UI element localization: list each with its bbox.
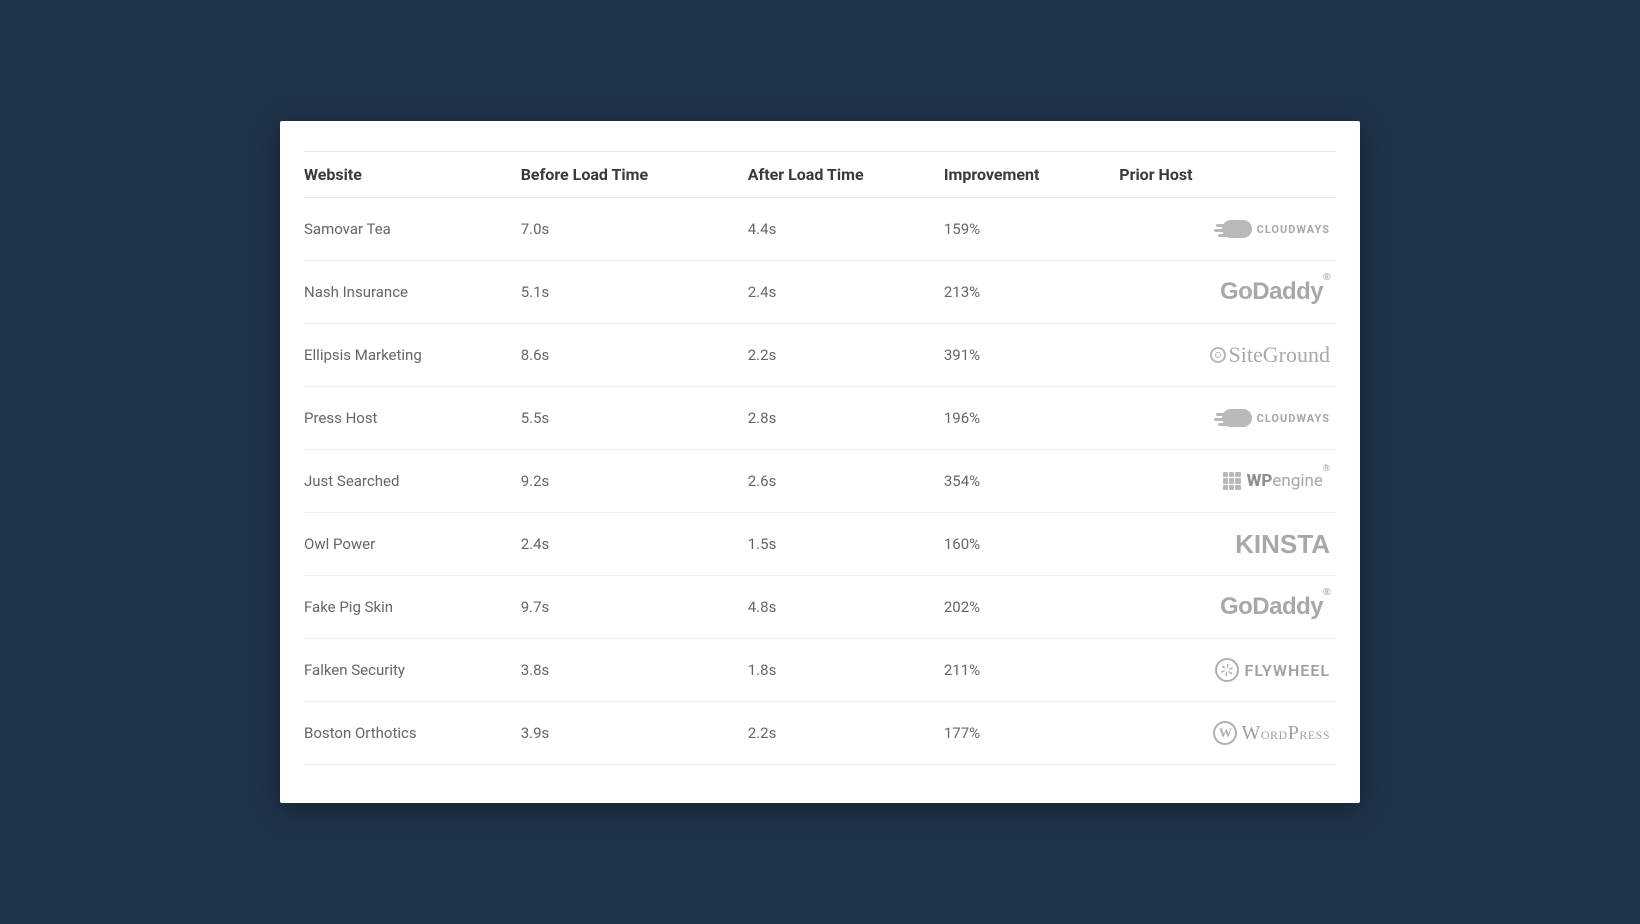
th-website: Website — [304, 152, 521, 198]
cell-improvement: 160% — [944, 513, 1119, 576]
cell-prior-host: WPengine® — [1119, 450, 1336, 513]
table-body: Samovar Tea7.0s4.4s159% CLOUDWAYS Nash Ins… — [304, 198, 1336, 765]
table-row: Samovar Tea7.0s4.4s159% CLOUDWAYS — [304, 198, 1336, 261]
table-row: Fake Pig Skin9.7s4.8s202% GoDaddy® — [304, 576, 1336, 639]
cell-after: 4.8s — [748, 576, 944, 639]
cell-improvement: 196% — [944, 387, 1119, 450]
cell-before: 5.5s — [521, 387, 748, 450]
cell-after: 2.4s — [748, 261, 944, 324]
cell-website: Fake Pig Skin — [304, 576, 521, 639]
cell-before: 9.2s — [521, 450, 748, 513]
cell-website: Falken Security — [304, 639, 521, 702]
wpengine-logo-icon: WPengine® — [1223, 471, 1330, 491]
cell-before: 3.9s — [521, 702, 748, 765]
cell-before: 5.1s — [521, 261, 748, 324]
cell-after: 2.2s — [748, 702, 944, 765]
cell-website: Ellipsis Marketing — [304, 324, 521, 387]
cell-prior-host: WWordPress — [1119, 702, 1336, 765]
cell-website: Just Searched — [304, 450, 521, 513]
table-row: Falken Security3.8s1.8s211% FLYWHEEL — [304, 639, 1336, 702]
kinsta-logo-icon: KINSTA — [1235, 529, 1330, 560]
cell-prior-host: CLOUDWAYS — [1119, 198, 1336, 261]
cell-prior-host: GoDaddy® — [1119, 261, 1336, 324]
cell-prior-host: CLOUDWAYS — [1119, 387, 1336, 450]
cell-before: 9.7s — [521, 576, 748, 639]
cell-after: 2.2s — [748, 324, 944, 387]
cell-after: 2.6s — [748, 450, 944, 513]
cell-after: 4.4s — [748, 198, 944, 261]
cell-before: 7.0s — [521, 198, 748, 261]
cell-website: Boston Orthotics — [304, 702, 521, 765]
cell-website: Nash Insurance — [304, 261, 521, 324]
flywheel-logo-icon: FLYWHEEL — [1215, 658, 1330, 682]
cell-improvement: 177% — [944, 702, 1119, 765]
cell-prior-host: SiteGround — [1119, 324, 1336, 387]
cloudways-logo-icon: CLOUDWAYS — [1222, 220, 1330, 238]
cell-after: 1.5s — [748, 513, 944, 576]
cell-improvement: 211% — [944, 639, 1119, 702]
th-improvement: Improvement — [944, 152, 1119, 198]
cell-improvement: 391% — [944, 324, 1119, 387]
cloudways-logo-icon: CLOUDWAYS — [1222, 409, 1330, 427]
cell-improvement: 159% — [944, 198, 1119, 261]
comparison-card: Website Before Load Time After Load Time… — [280, 121, 1360, 803]
table-row: Boston Orthotics3.9s2.2s177% WWordPress — [304, 702, 1336, 765]
cell-website: Press Host — [304, 387, 521, 450]
table-header-row: Website Before Load Time After Load Time… — [304, 152, 1336, 198]
th-prior-host: Prior Host — [1119, 152, 1336, 198]
comparison-table: Website Before Load Time After Load Time… — [304, 151, 1336, 765]
cell-improvement: 354% — [944, 450, 1119, 513]
cell-before: 2.4s — [521, 513, 748, 576]
table-row: Ellipsis Marketing8.6s2.2s391% SiteGround — [304, 324, 1336, 387]
th-after: After Load Time — [748, 152, 944, 198]
cell-improvement: 213% — [944, 261, 1119, 324]
table-row: Nash Insurance5.1s2.4s213% GoDaddy® — [304, 261, 1336, 324]
godaddy-logo-icon: GoDaddy® — [1220, 278, 1330, 306]
cell-website: Samovar Tea — [304, 198, 521, 261]
cell-before: 3.8s — [521, 639, 748, 702]
table-row: Just Searched9.2s2.6s354% WPengine® — [304, 450, 1336, 513]
cell-improvement: 202% — [944, 576, 1119, 639]
table-row: Press Host5.5s2.8s196% CLOUDWAYS — [304, 387, 1336, 450]
cell-website: Owl Power — [304, 513, 521, 576]
wordpress-logo-icon: WWordPress — [1213, 721, 1330, 745]
cell-after: 1.8s — [748, 639, 944, 702]
cell-before: 8.6s — [521, 324, 748, 387]
cell-prior-host: GoDaddy® — [1119, 576, 1336, 639]
cell-after: 2.8s — [748, 387, 944, 450]
godaddy-logo-icon: GoDaddy® — [1220, 593, 1330, 621]
cell-prior-host: FLYWHEEL — [1119, 639, 1336, 702]
siteground-logo-icon: SiteGround — [1210, 342, 1330, 368]
th-before: Before Load Time — [521, 152, 748, 198]
table-row: Owl Power2.4s1.5s160% KINSTA — [304, 513, 1336, 576]
cell-prior-host: KINSTA — [1119, 513, 1336, 576]
